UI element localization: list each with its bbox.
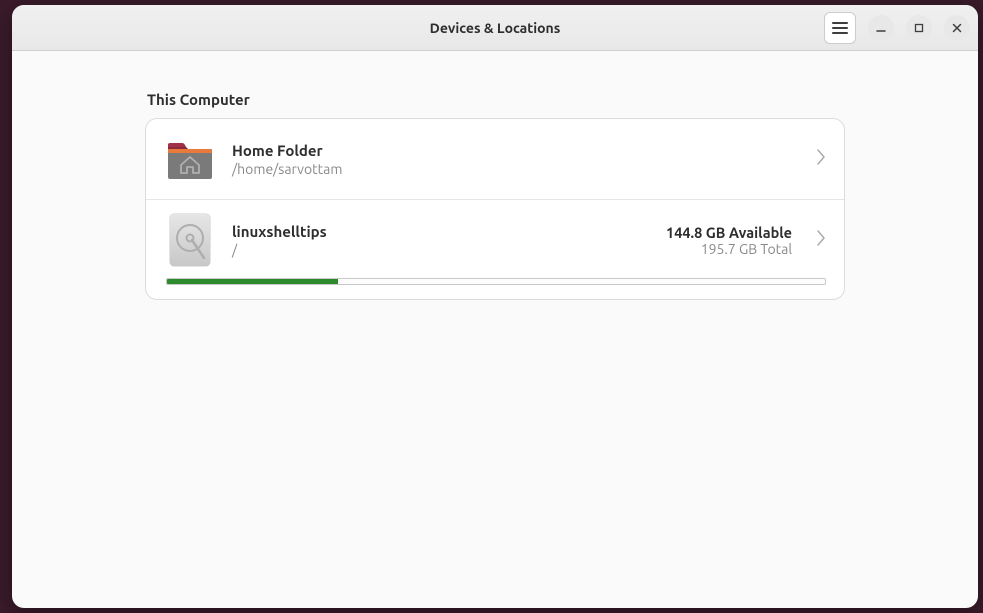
hamburger-icon	[832, 21, 848, 35]
minimize-button[interactable]	[868, 15, 894, 41]
home-folder-icon	[164, 133, 216, 185]
locations-card: Home Folder /home/sarvottam	[145, 118, 845, 300]
disk-text: linuxshelltips /	[232, 223, 650, 258]
disk-available: 144.8 GB Available	[666, 224, 792, 241]
disk-total: 195.7 GB Total	[701, 241, 792, 257]
this-computer-section: This Computer Home Folder	[145, 91, 845, 300]
window-title: Devices & Locations	[430, 20, 561, 36]
disk-usage-bar	[166, 278, 826, 285]
section-title: This Computer	[145, 91, 845, 108]
app-window: Devices & Locations	[12, 5, 978, 608]
home-folder-title: Home Folder	[232, 142, 800, 159]
home-folder-text: Home Folder /home/sarvottam	[232, 142, 800, 177]
disk-usage-fill	[167, 279, 338, 284]
disk-title: linuxshelltips	[232, 223, 650, 240]
home-folder-path: /home/sarvottam	[232, 161, 800, 177]
title-bar: Devices & Locations	[12, 5, 978, 51]
disk-usage-text: 144.8 GB Available 195.7 GB Total	[666, 224, 792, 257]
hamburger-menu-button[interactable]	[824, 12, 856, 44]
chevron-right-icon	[816, 229, 826, 251]
disk-row[interactable]: linuxshelltips / 144.8 GB Available 195.…	[146, 199, 844, 299]
maximize-button[interactable]	[906, 15, 932, 41]
minimize-icon	[876, 23, 886, 33]
disk-mount: /	[232, 242, 650, 258]
window-controls	[824, 12, 970, 44]
chevron-right-icon	[816, 148, 826, 170]
hard-disk-icon	[164, 214, 216, 266]
content-area: This Computer Home Folder	[12, 51, 978, 608]
home-folder-row[interactable]: Home Folder /home/sarvottam	[146, 119, 844, 199]
close-icon	[952, 23, 962, 33]
maximize-icon	[914, 23, 924, 33]
close-button[interactable]	[944, 15, 970, 41]
